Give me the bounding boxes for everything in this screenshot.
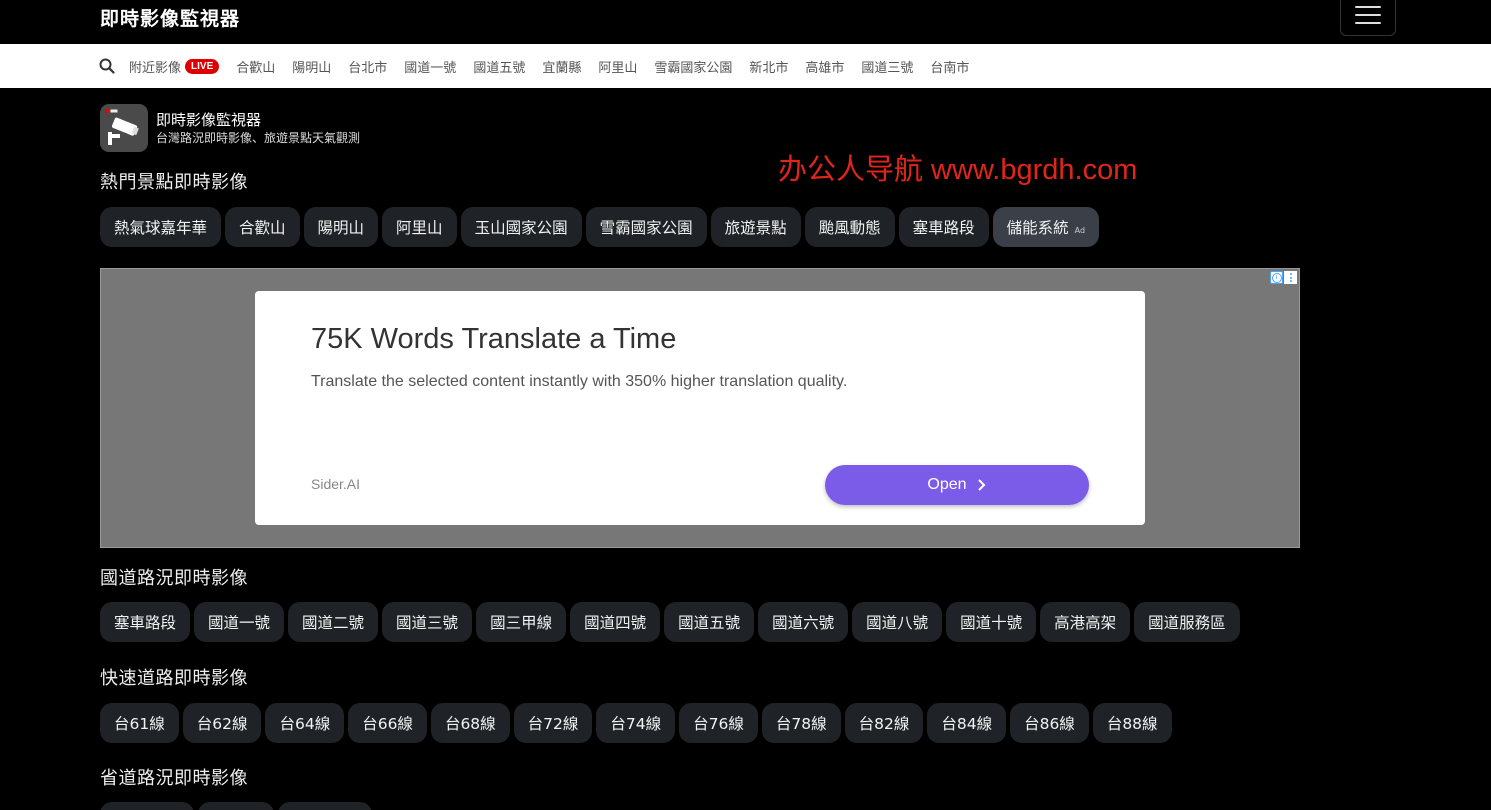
chip-route-86[interactable]: 台86線 xyxy=(1010,703,1089,743)
chip-freeway-4[interactable]: 國道四號 xyxy=(570,602,661,642)
nav-item-yilan[interactable]: 宜蘭縣 xyxy=(542,57,581,76)
chip-travel-spots[interactable]: 旅遊景點 xyxy=(710,207,801,247)
watermark: 办公人导航 www.bgrdh.com xyxy=(778,154,1138,186)
chip-route-66[interactable]: 台66線 xyxy=(348,703,427,743)
chip-route-78[interactable]: 台78線 xyxy=(761,703,841,743)
chip-route-62[interactable]: 台62線 xyxy=(182,703,262,743)
provincial-chip-group xyxy=(100,802,372,810)
chip-freeway-10[interactable]: 國道十號 xyxy=(946,602,1037,642)
menu-line xyxy=(1355,14,1381,16)
chip-alishan[interactable]: 阿里山 xyxy=(382,207,457,247)
brand-title[interactable]: 即時影像監視器 xyxy=(100,4,240,31)
ad-tag: Ad xyxy=(1074,225,1086,235)
chip-route-82[interactable]: 台82線 xyxy=(844,703,924,743)
chip-route-88[interactable]: 台88線 xyxy=(1092,703,1172,743)
chip-hehuan[interactable]: 合歡山 xyxy=(225,207,300,247)
live-badge: LIVE xyxy=(185,58,220,74)
section-title-freeway: 國道路況即時影像 xyxy=(100,568,248,589)
chip-yangmingshan[interactable]: 陽明山 xyxy=(303,207,379,247)
ad-card[interactable]: 75K Words Translate a Time Translate the… xyxy=(255,291,1145,525)
chip-provincial[interactable] xyxy=(198,802,274,810)
chip-provincial[interactable] xyxy=(100,802,194,810)
chip-freeway-3[interactable]: 國道三號 xyxy=(382,602,473,642)
section-title-provincial: 省道路況即時影像 xyxy=(100,768,248,789)
ad-banner: i 75K Words Translate a Time Translate t… xyxy=(100,268,1300,548)
security-camera-icon xyxy=(100,104,148,152)
chip-service-area[interactable]: 國道服務區 xyxy=(1134,602,1240,642)
chip-freeway-8[interactable]: 國道八號 xyxy=(852,602,943,642)
chip-traffic-jam[interactable]: 塞車路段 xyxy=(898,207,989,247)
ad-open-label: Open xyxy=(927,476,967,493)
chevron-right-icon xyxy=(977,479,985,491)
nav-item-new-taipei[interactable]: 新北市 xyxy=(749,57,788,76)
site-title: 即時影像監視器 xyxy=(156,111,262,129)
chip-label: 儲能系統 xyxy=(1006,219,1069,237)
site-subtitle: 台灣路況即時影像、旅遊景點天氣觀測 xyxy=(156,131,361,145)
site-header: 即時影像監視器 台灣路況即時影像、旅遊景點天氣觀測 xyxy=(100,104,360,152)
site-title-block: 即時影像監視器 台灣路況即時影像、旅遊景點天氣觀測 xyxy=(156,110,360,146)
chip-freeway-traffic-jam[interactable]: 塞車路段 xyxy=(100,602,191,642)
expressway-chip-group: 台61線 台62線 台64線 台66線 台68線 台72線 台74線 台76線 … xyxy=(100,703,1172,743)
nav-item-nearby[interactable]: 附近影像 LIVE xyxy=(129,57,220,76)
ad-more-options-icon[interactable] xyxy=(1284,271,1297,284)
chip-yushan[interactable]: 玉山國家公園 xyxy=(460,207,582,247)
chip-freeway-2[interactable]: 國道二號 xyxy=(288,602,379,642)
hot-spots-chip-group: 熱氣球嘉年華 合歡山 陽明山 阿里山 玉山國家公園 雪霸國家公園 旅遊景點 颱風… xyxy=(100,207,1100,247)
chip-typhoon[interactable]: 颱風動態 xyxy=(804,207,895,247)
ad-open-button[interactable]: Open xyxy=(825,465,1089,505)
nav-item-taipei[interactable]: 台北市 xyxy=(348,57,387,76)
menu-line xyxy=(1355,22,1381,24)
ad-info-icon[interactable]: i xyxy=(1270,271,1283,284)
nav-item-hehuan[interactable]: 合歡山 xyxy=(236,57,275,76)
chip-freeway-1[interactable]: 國道一號 xyxy=(194,602,285,642)
chip-hot-balloon[interactable]: 熱氣球嘉年華 xyxy=(100,207,222,247)
ad-description: Translate the selected content instantly… xyxy=(311,373,848,390)
chip-kaohsiung-port-viaduct[interactable]: 高港高架 xyxy=(1040,602,1131,642)
chip-freeway-6[interactable]: 國道六號 xyxy=(758,602,849,642)
nav-item-label: 附近影像 xyxy=(129,60,182,76)
chip-freeway-3a[interactable]: 國三甲線 xyxy=(476,602,567,642)
chip-route-68[interactable]: 台68線 xyxy=(430,703,510,743)
chip-provincial[interactable] xyxy=(278,802,372,810)
chip-route-76[interactable]: 台76線 xyxy=(679,703,758,743)
chip-route-84[interactable]: 台84線 xyxy=(927,703,1007,743)
chip-sponsored-energy-storage[interactable]: 儲能系統 Ad xyxy=(992,207,1100,247)
ad-source: Sider.AI xyxy=(311,476,361,492)
nav-item-freeway-3[interactable]: 國道三號 xyxy=(861,57,913,76)
nav-item-freeway-1[interactable]: 國道一號 xyxy=(404,57,456,76)
chip-route-64[interactable]: 台64線 xyxy=(265,703,345,743)
menu-line xyxy=(1355,6,1381,8)
chip-route-74[interactable]: 台74線 xyxy=(596,703,676,743)
nav-item-kaohsiung[interactable]: 高雄市 xyxy=(805,57,844,76)
nav-item-tainan[interactable]: 台南市 xyxy=(930,57,969,76)
search-icon[interactable] xyxy=(99,58,115,74)
chip-route-72[interactable]: 台72線 xyxy=(513,703,593,743)
section-title-expressway: 快速道路即時影像 xyxy=(100,668,248,689)
quick-nav-bar: 附近影像 LIVE 合歡山 陽明山 台北市 國道一號 國道五號 宜蘭縣 阿里山 … xyxy=(0,44,1491,88)
nav-item-yangmingshan[interactable]: 陽明山 xyxy=(292,57,331,76)
nav-item-shei-pa[interactable]: 雪霸國家公園 xyxy=(654,57,732,76)
nav-item-alishan[interactable]: 阿里山 xyxy=(598,57,637,76)
chip-route-61[interactable]: 台61線 xyxy=(100,703,179,743)
hamburger-menu-icon[interactable] xyxy=(1340,0,1396,36)
chip-freeway-5[interactable]: 國道五號 xyxy=(664,602,755,642)
top-bar: 即時影像監視器 xyxy=(0,0,1491,44)
nav-item-freeway-5[interactable]: 國道五號 xyxy=(473,57,525,76)
freeway-chip-group: 塞車路段 國道一號 國道二號 國道三號 國三甲線 國道四號 國道五號 國道六號 … xyxy=(100,602,1240,642)
ad-headline: 75K Words Translate a Time xyxy=(311,323,677,355)
section-title-hot: 熱門景點即時影像 xyxy=(100,172,248,193)
chip-shei-pa[interactable]: 雪霸國家公園 xyxy=(585,207,707,247)
